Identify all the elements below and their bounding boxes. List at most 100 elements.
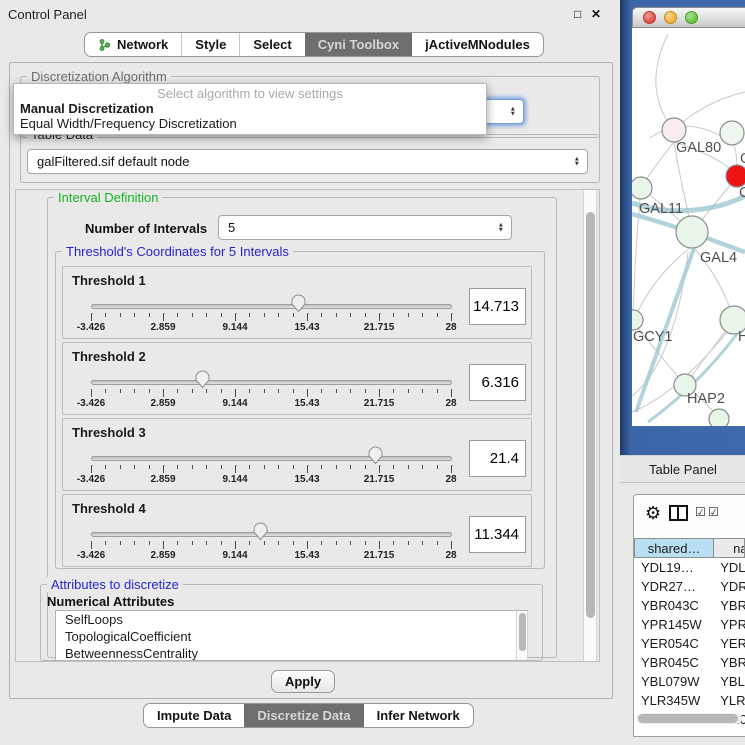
checkbox-icon[interactable]: ☑ (695, 505, 706, 519)
float-window-icon[interactable]: □ (574, 7, 581, 21)
slider-tick (365, 541, 366, 545)
cell-name[interactable]: YER0 (714, 634, 745, 653)
tab-network[interactable]: Network (85, 33, 181, 56)
list-item[interactable]: BetweennessCentrality (56, 645, 527, 661)
cell-shared-name[interactable]: YPR145W (634, 615, 714, 634)
gear-icon[interactable]: ⚙ (645, 503, 661, 524)
cell-shared-name[interactable]: YBR045C (634, 653, 714, 672)
zoom-traffic-light[interactable] (685, 11, 698, 24)
vertical-scrollbar[interactable] (583, 190, 597, 661)
tab-label: Network (117, 37, 168, 52)
slider-track[interactable] (91, 304, 452, 309)
list-item[interactable]: TopologicalCoefficient (56, 628, 527, 645)
network-node[interactable] (632, 177, 652, 199)
network-node[interactable] (720, 121, 744, 145)
cell-name[interactable]: YPR1 (714, 615, 745, 634)
cell-shared-name[interactable]: YER054C (634, 634, 714, 653)
slider-track[interactable] (91, 380, 452, 385)
tab-impute-data[interactable]: Impute Data (144, 704, 244, 727)
scrollbar-thumb[interactable] (586, 212, 595, 618)
cell-name[interactable]: YDR2 (714, 577, 745, 596)
network-node[interactable] (676, 216, 708, 248)
checkbox-icon[interactable]: ☑ (708, 505, 719, 519)
tab-select[interactable]: Select (239, 33, 304, 56)
num-intervals-combo[interactable]: 5 ▲▼ (218, 215, 512, 240)
dropdown-option-manual[interactable]: Manual Discretization (14, 101, 486, 116)
cell-shared-name[interactable]: YLR345W (634, 691, 714, 710)
list-item[interactable]: SelfLoops (56, 611, 527, 628)
column-header-name[interactable]: name (714, 538, 745, 558)
slider-track[interactable] (91, 532, 452, 537)
close-icon[interactable]: ✕ (591, 7, 601, 21)
slider-thumb[interactable] (194, 369, 211, 389)
table-row[interactable]: YBL079WYBL0 (634, 672, 745, 691)
slider-tick (437, 313, 438, 317)
slider-tick (264, 465, 265, 469)
tab-cyni-toolbox[interactable]: Cyni Toolbox (305, 33, 412, 56)
table-data-combo[interactable]: galFiltered.sif default node ▲▼ (27, 149, 588, 174)
slider-tick (221, 465, 222, 469)
threshold-value-field[interactable]: 14.713 (469, 288, 526, 325)
numerical-attributes-list[interactable]: SelfLoopsTopologicalCoefficientBetweenne… (55, 610, 528, 661)
cell-name[interactable]: YDL1 (714, 558, 745, 577)
tab-discretize-data[interactable]: Discretize Data (244, 704, 363, 727)
threshold-value-field[interactable]: 11.344 (469, 516, 526, 553)
threshold-panel-3: Threshold 3-3.4262.8599.14415.4321.71528… (62, 418, 532, 491)
split-columns-icon[interactable] (669, 505, 688, 521)
cell-shared-name[interactable]: YDR27… (634, 577, 714, 596)
table-row[interactable]: YER054CYER0 (634, 634, 745, 653)
slider-tick (379, 389, 380, 397)
cell-name[interactable]: YBL0 (714, 672, 745, 691)
tab-style[interactable]: Style (181, 33, 239, 56)
network-window-titlebar[interactable] (632, 7, 745, 28)
threshold-value-field[interactable]: 21.4 (469, 440, 526, 477)
tab-infer-network[interactable]: Infer Network (364, 704, 473, 727)
table-row[interactable]: YDR27…YDR2 (634, 577, 745, 596)
slider-tick (307, 313, 308, 321)
slider-tick (120, 541, 121, 545)
dropdown-hint-item[interactable]: Select algorithm to view settings (14, 86, 486, 101)
cell-shared-name[interactable]: YBR043C (634, 596, 714, 615)
threshold-value-field[interactable]: 6.316 (469, 364, 526, 401)
slider-tick (105, 389, 106, 393)
table-row[interactable]: YBR043CYBR0 (634, 596, 745, 615)
threshold-panel-1: Threshold 1-3.4262.8599.14415.4321.71528… (62, 266, 532, 339)
tick-label: 21.715 (364, 322, 395, 333)
minimize-traffic-light[interactable] (664, 11, 677, 24)
cell-name[interactable]: YBR0 (714, 596, 745, 615)
dropdown-option-equal-width[interactable]: Equal Width/Frequency Discretization (14, 116, 486, 131)
cell-shared-name[interactable]: YBL079W (634, 672, 714, 691)
column-header-shared[interactable]: shared… (634, 538, 714, 558)
scrollbar-thumb[interactable] (519, 613, 526, 651)
slider-tick (177, 313, 178, 317)
slider-thumb[interactable] (367, 445, 384, 465)
scrollbar-thumb[interactable] (638, 714, 738, 723)
network-node[interactable] (632, 310, 643, 330)
slider-thumb[interactable] (252, 521, 269, 541)
table-row[interactable]: YPR145WYPR1 (634, 615, 745, 634)
cell-shared-name[interactable]: YDL19… (634, 558, 714, 577)
network-node[interactable] (709, 409, 729, 426)
table-row[interactable]: YDL19…YDL1 (634, 558, 745, 577)
tick-label: -3.426 (77, 398, 105, 409)
table-row[interactable]: YBR045CYBR0 (634, 653, 745, 672)
slider-tick (278, 313, 279, 317)
network-node[interactable] (726, 165, 745, 187)
slider-track[interactable] (91, 456, 452, 461)
cell-name[interactable]: YBR0 (714, 653, 745, 672)
close-traffic-light[interactable] (643, 11, 656, 24)
network-node[interactable] (662, 118, 686, 142)
network-canvas[interactable]: GAL80GACGAL11GAL4GCY1HHAP2 (632, 28, 745, 426)
slider-tick (350, 389, 351, 393)
slider-tick (422, 389, 423, 393)
slider-tick (120, 313, 121, 317)
cell-name[interactable]: YLR3 (714, 691, 745, 710)
apply-button[interactable]: Apply (271, 670, 335, 693)
network-node-label: GAL4 (700, 250, 737, 266)
horizontal-scrollbar[interactable] (636, 713, 742, 724)
tick-label: 9.144 (222, 398, 247, 409)
list-scrollbar[interactable] (516, 611, 528, 660)
slider-thumb[interactable] (290, 293, 307, 313)
table-row[interactable]: YLR345WYLR3 (634, 691, 745, 710)
tab-jactivemnodules[interactable]: jActiveMNodules (412, 33, 543, 56)
